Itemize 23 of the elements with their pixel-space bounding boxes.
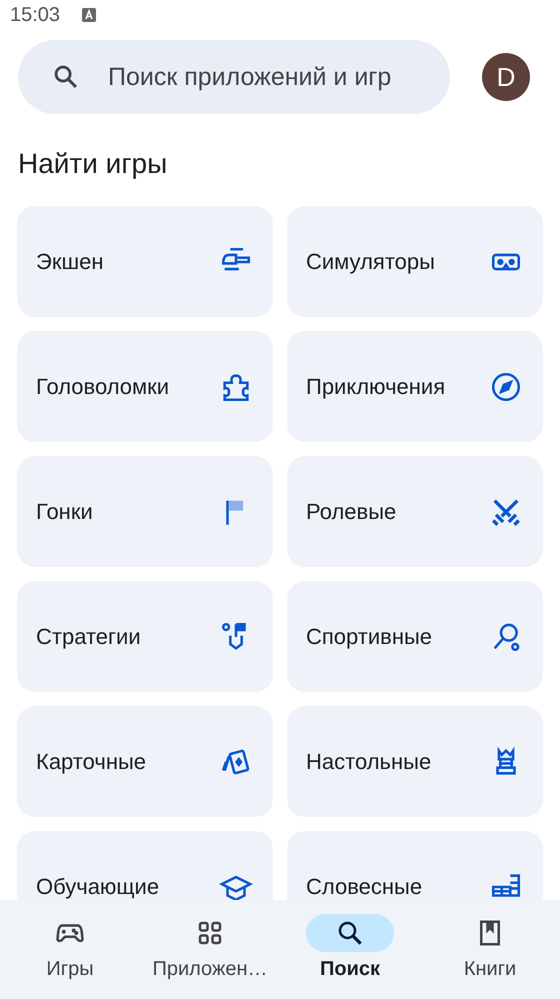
category-card[interactable]: Симуляторы xyxy=(287,206,543,317)
section-title: Найти игры xyxy=(18,148,168,180)
account-avatar[interactable]: D xyxy=(482,53,530,101)
category-card[interactable]: Ролевые xyxy=(287,456,543,567)
category-card[interactable]: Карточные xyxy=(17,706,273,817)
category-card[interactable]: Стратегии xyxy=(17,581,273,692)
nav-tab[interactable]: Приложен… xyxy=(140,900,280,999)
category-card[interactable]: Приключения xyxy=(287,331,543,442)
status-time: 15:03 xyxy=(10,4,60,26)
nav-tab[interactable]: Игры xyxy=(0,900,140,999)
search-field[interactable]: Поиск приложений и игр xyxy=(108,62,450,92)
category-card[interactable]: Головоломки xyxy=(17,331,273,442)
category-card[interactable]: Обучающие xyxy=(17,831,273,900)
category-card[interactable]: Спортивные xyxy=(287,581,543,692)
search-bar[interactable]: Поиск приложений и игр xyxy=(18,40,450,114)
search-icon xyxy=(52,63,80,91)
category-card[interactable]: Экшен xyxy=(17,206,273,317)
notification-icon xyxy=(82,8,96,22)
category-card[interactable]: Настольные xyxy=(287,706,543,817)
category-card[interactable]: Словесные xyxy=(287,831,543,900)
nav-tab[interactable]: Поиск xyxy=(280,900,420,999)
category-card[interactable]: Гонки xyxy=(17,456,273,567)
nav-tab[interactable]: Книги xyxy=(420,900,560,999)
